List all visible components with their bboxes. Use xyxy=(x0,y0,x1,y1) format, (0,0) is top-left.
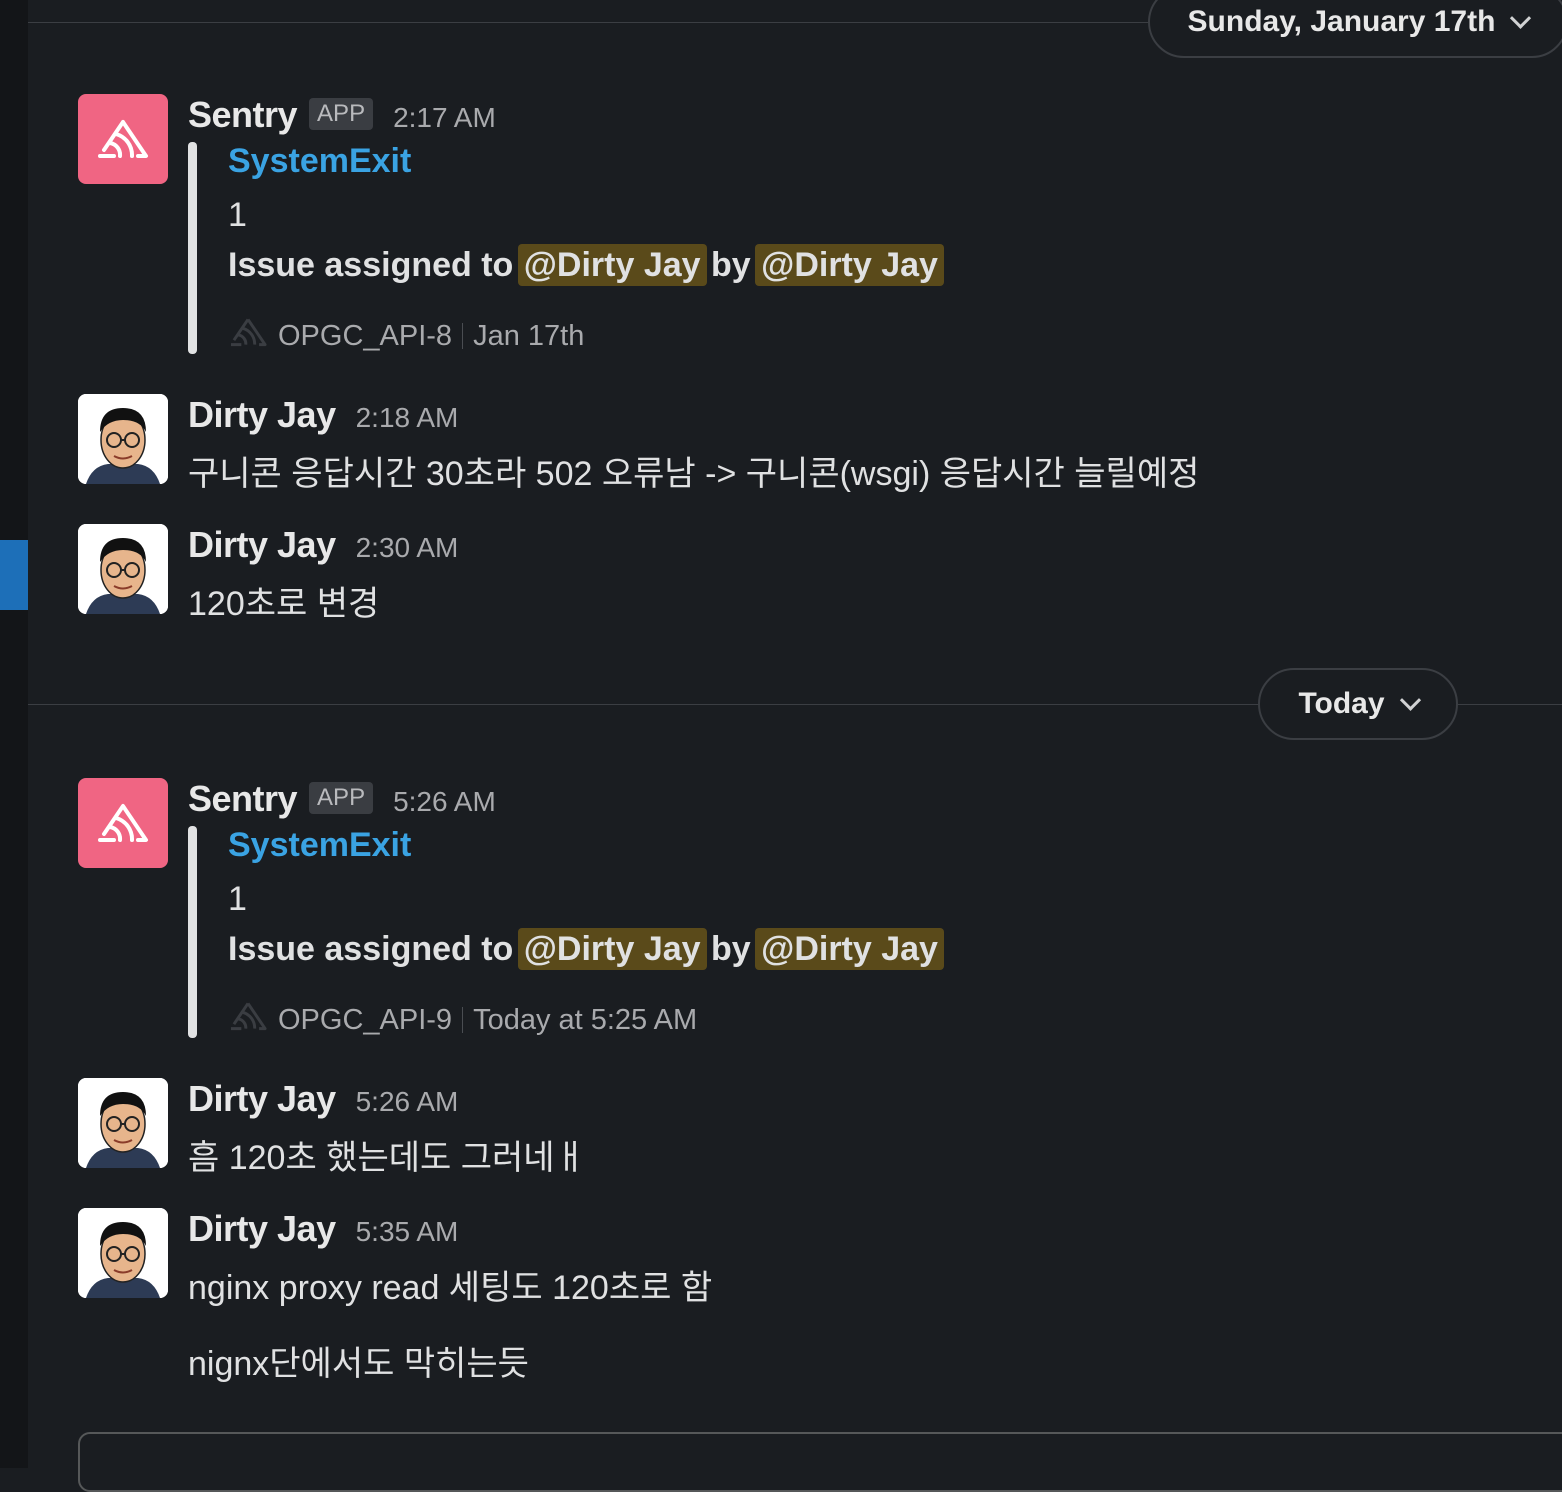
date-pill-today[interactable]: Today xyxy=(1258,668,1458,740)
chevron-down-icon xyxy=(1399,689,1421,711)
sentry-avatar[interactable] xyxy=(78,94,168,184)
app-badge: APP xyxy=(309,782,374,814)
message-text: 흠 120초 했는데도 그러네ㅐ xyxy=(188,1139,586,1177)
issue-date: Today at 5:25 AM xyxy=(473,1003,698,1036)
date-label: Sunday, January 17th xyxy=(1187,5,1496,38)
user-mention[interactable]: @Dirty Jay xyxy=(755,244,944,286)
issue-value: 1 xyxy=(228,880,247,918)
message-timestamp[interactable]: 2:30 AM xyxy=(356,532,459,564)
issue-value: 1 xyxy=(228,196,247,234)
sentry-small-icon xyxy=(228,314,268,358)
author-name[interactable]: Sentry xyxy=(188,778,298,820)
author-name[interactable]: Sentry xyxy=(188,94,298,136)
app-badge: APP xyxy=(309,98,374,130)
attachment-footer: OPGC_API-8 Jan 17th xyxy=(228,314,584,358)
message-timestamp[interactable]: 2:17 AM xyxy=(393,102,496,134)
date-pill-sunday[interactable]: Sunday, January 17th xyxy=(1148,0,1562,58)
message-text: 120초로 변경 xyxy=(188,585,380,623)
issue-title-link[interactable]: SystemExit xyxy=(228,142,411,180)
issue-assigned-text: Issue assigned to xyxy=(228,930,514,968)
active-channel-indicator xyxy=(0,540,28,610)
by-text: by xyxy=(711,930,751,968)
author-name[interactable]: Dirty Jay xyxy=(188,1208,336,1250)
message-timestamp[interactable]: 2:18 AM xyxy=(356,402,459,434)
sentry-logo-icon xyxy=(98,120,148,158)
message-composer[interactable] xyxy=(78,1432,1562,1492)
message-text: 구니콘 응답시간 30초라 502 오류남 -> 구니콘(wsgi) 응답시간 … xyxy=(188,455,1200,493)
message-timestamp[interactable]: 5:35 AM xyxy=(356,1216,459,1248)
person-avatar[interactable] xyxy=(78,524,168,614)
author-name[interactable]: Dirty Jay xyxy=(188,1078,336,1120)
issue-id[interactable]: OPGC_API-8 xyxy=(278,320,452,353)
by-text: by xyxy=(711,246,751,284)
user-mention[interactable]: @Dirty Jay xyxy=(517,928,707,970)
issue-assigned-text: Issue assigned to xyxy=(228,246,514,284)
attachment-bar xyxy=(188,826,197,1038)
user-mention[interactable]: @Dirty Jay xyxy=(755,928,944,970)
issue-title-link[interactable]: SystemExit xyxy=(228,826,411,864)
message-timestamp[interactable]: 5:26 AM xyxy=(393,786,496,818)
message-text: nginx proxy read 세팅도 120초로 함 xyxy=(188,1269,713,1307)
issue-id[interactable]: OPGC_API-9 xyxy=(278,1004,452,1037)
sentry-logo-icon xyxy=(98,804,148,842)
chevron-down-icon xyxy=(1510,7,1532,29)
workspace-sidebar-edge xyxy=(0,0,28,1468)
author-name[interactable]: Dirty Jay xyxy=(188,524,336,566)
author-name[interactable]: Dirty Jay xyxy=(188,394,336,436)
user-mention[interactable]: @Dirty Jay xyxy=(517,244,707,286)
message-timestamp[interactable]: 5:26 AM xyxy=(356,1086,459,1118)
person-avatar[interactable] xyxy=(78,1208,168,1298)
footer-separator xyxy=(462,323,464,349)
message-text: nignx단에서도 막히는듯 xyxy=(188,1345,529,1383)
attachment-bar xyxy=(188,142,197,354)
sentry-small-icon xyxy=(228,998,268,1042)
attachment-footer: OPGC_API-9 Today at 5:25 AM xyxy=(228,998,697,1042)
footer-separator xyxy=(462,1007,464,1033)
issue-date: Jan 17th xyxy=(473,319,585,352)
person-avatar[interactable] xyxy=(78,1078,168,1168)
person-avatar[interactable] xyxy=(78,394,168,484)
date-label: Today xyxy=(1298,687,1385,720)
sentry-avatar[interactable] xyxy=(78,778,168,868)
